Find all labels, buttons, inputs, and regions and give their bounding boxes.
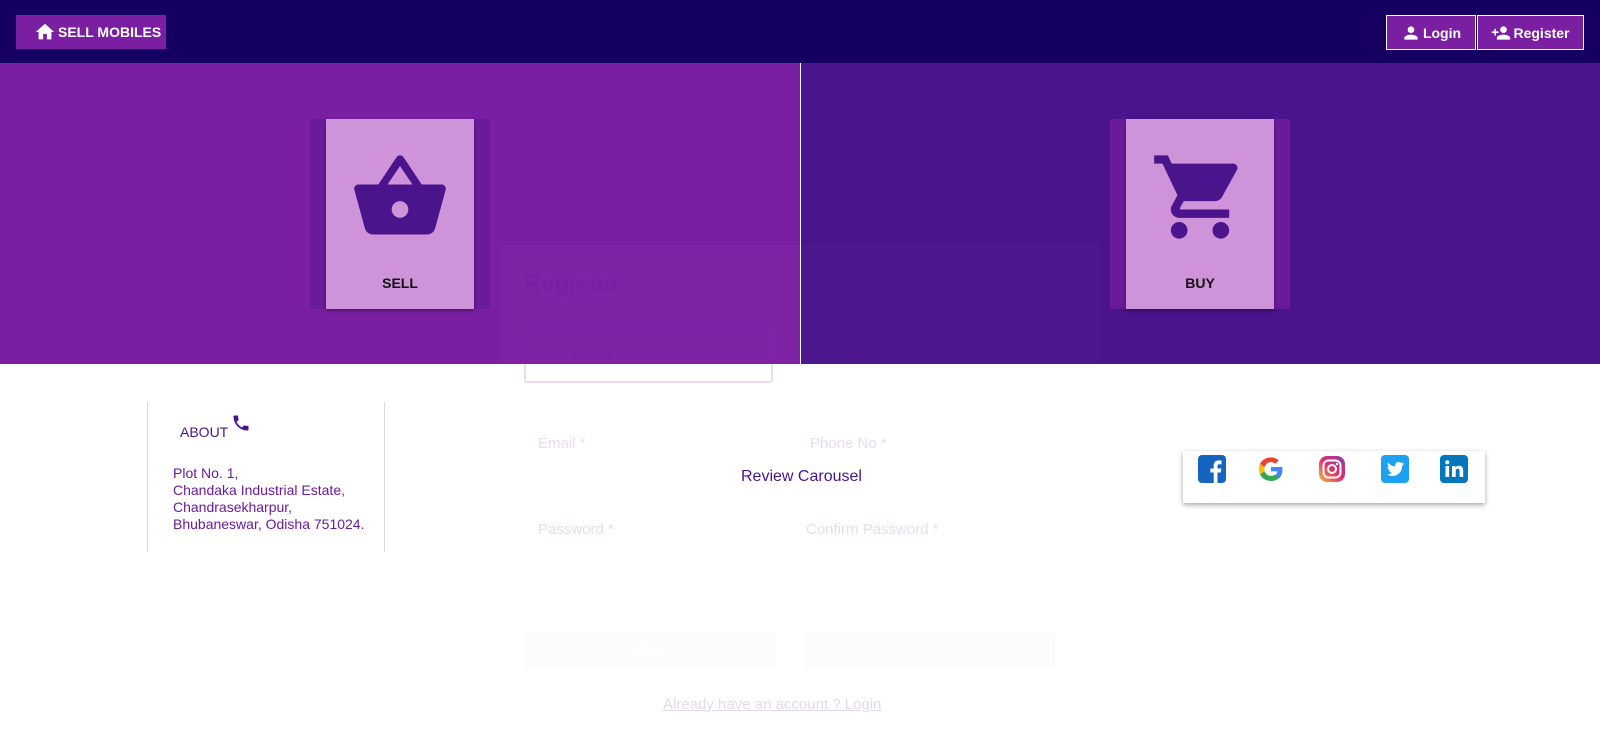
email-placeholder[interactable]: Email * — [538, 435, 586, 452]
about-title-text: ABOUT — [180, 424, 229, 440]
brand-label: SELL MOBILES — [58, 24, 162, 40]
address-text: Plot No. 1, Chandaka Industrial Estate, … — [173, 465, 365, 532]
google-link[interactable] — [1256, 454, 1286, 484]
instagram-icon — [1319, 456, 1345, 482]
top-navbar: SELL MOBILES Login Register — [0, 0, 1600, 63]
facebook-link[interactable] — [1197, 454, 1227, 484]
facebook-icon — [1198, 455, 1226, 483]
buy-card-frame: BUY — [1110, 119, 1290, 309]
register-button[interactable]: Register — [1477, 15, 1584, 50]
home-brand-button[interactable]: SELL MOBILES — [16, 15, 166, 49]
close-button[interactable]: Close — [524, 633, 776, 669]
twitter-icon — [1381, 455, 1409, 483]
login-label: Login — [1422, 24, 1462, 41]
register-modal: Register First Name * Last Name Email * … — [500, 245, 1100, 740]
shopping-cart-icon — [1154, 155, 1238, 239]
sell-label: SELL — [382, 275, 418, 291]
confirm-password-placeholder[interactable]: Confirm Password * — [806, 521, 939, 538]
modal-title: Register — [524, 271, 621, 298]
password-placeholder[interactable]: Password * — [538, 521, 614, 538]
sell-card-frame: SELL — [310, 119, 490, 309]
about-section: ABOUT Plot No. 1, Chandaka Industrial Es… — [147, 402, 385, 552]
phone-placeholder[interactable]: Phone No * — [810, 435, 887, 452]
google-icon — [1259, 457, 1283, 481]
about-title: ABOUT — [180, 415, 249, 440]
login-button[interactable]: Login — [1386, 15, 1476, 50]
instagram-link[interactable] — [1317, 454, 1347, 484]
close-label: Close — [630, 643, 670, 659]
buy-card[interactable]: BUY — [1126, 119, 1274, 309]
register-label: Register — [1513, 24, 1570, 41]
twitter-link[interactable] — [1380, 454, 1410, 484]
sell-card[interactable]: SELL — [326, 119, 474, 309]
submit-button[interactable] — [805, 633, 1055, 669]
buy-label: BUY — [1185, 275, 1215, 291]
person-icon — [1404, 25, 1418, 40]
phone-icon — [233, 415, 249, 431]
home-icon — [35, 23, 55, 40]
first-name-field[interactable]: First Name * — [524, 325, 773, 383]
person-add-icon — [1492, 25, 1511, 40]
social-links-bar — [1183, 451, 1485, 503]
shopping-basket-icon — [354, 155, 446, 235]
first-name-placeholder: First Name * — [538, 345, 622, 362]
linkedin-icon — [1440, 455, 1468, 483]
review-carousel-label: Review Carousel — [741, 468, 862, 485]
last-name-placeholder[interactable]: Last Name — [805, 345, 878, 362]
login-link[interactable]: Already have an account ? Login — [663, 696, 882, 713]
linkedin-link[interactable] — [1439, 454, 1469, 484]
